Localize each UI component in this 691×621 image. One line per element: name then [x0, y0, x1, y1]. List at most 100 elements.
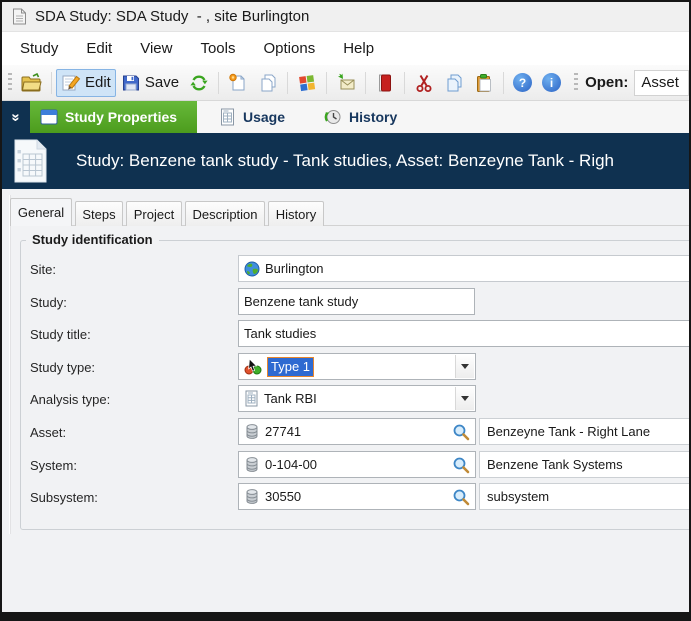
paste-clipboard-icon: [474, 73, 494, 93]
toolbar-separator: [218, 72, 219, 94]
subsystem-search-button[interactable]: [452, 488, 470, 506]
info-button[interactable]: i: [537, 69, 566, 97]
study-header-title: Study: Benzene tank study - Tank studies…: [76, 151, 614, 171]
page-tab-project[interactable]: Project: [126, 201, 182, 226]
open-folder-icon: [20, 73, 42, 93]
asset-lookup-field[interactable]: 27741: [238, 418, 476, 445]
new-document-button[interactable]: [223, 69, 253, 97]
database-icon: [244, 488, 260, 505]
subsystem-description-field: subsystem: [479, 483, 691, 510]
system-description-field: Benzene Tank Systems: [479, 451, 691, 478]
system-description: Benzene Tank Systems: [487, 457, 623, 472]
page-tab-general[interactable]: General: [10, 198, 72, 226]
toolbar-separator: [365, 72, 366, 94]
menu-tools[interactable]: Tools: [186, 35, 249, 62]
search-icon: [452, 423, 470, 441]
study-type-dropdown-button[interactable]: [455, 355, 474, 378]
asset-search-button[interactable]: [452, 423, 470, 441]
edit-button[interactable]: Edit: [56, 69, 116, 97]
study-title-input[interactable]: [238, 320, 691, 347]
database-icon: [244, 423, 260, 440]
app-document-icon: [12, 8, 27, 25]
send-mail-icon: [336, 73, 356, 93]
study-input[interactable]: [238, 288, 475, 315]
page-tab-label: Project: [134, 207, 174, 222]
open-combobox[interactable]: [634, 70, 689, 96]
help-button[interactable]: ?: [508, 69, 537, 97]
database-icon: [244, 456, 260, 473]
paste-button[interactable]: [469, 69, 499, 97]
menu-bar: Study Edit View Tools Options Help: [2, 32, 689, 65]
open-study-button[interactable]: [15, 69, 47, 97]
info-icon: i: [542, 73, 561, 92]
tab-study-properties[interactable]: Study Properties: [30, 101, 197, 133]
menu-help[interactable]: Help: [329, 35, 388, 62]
page-tab-history[interactable]: History: [268, 201, 324, 226]
site-value: Burlington: [265, 261, 324, 276]
system-label: System:: [30, 453, 77, 479]
study-label: Study:: [30, 290, 67, 316]
edit-button-label: Edit: [85, 74, 111, 91]
toolbar: Edit Save: [2, 65, 689, 101]
window-icon: [40, 109, 58, 125]
collapse-panel-button[interactable]: »: [2, 101, 30, 133]
study-type-icon: [244, 358, 262, 375]
cut-button[interactable]: [409, 69, 439, 97]
tab-page-general: General Steps Project Description Histor…: [2, 189, 689, 613]
subsystem-value: 30550: [265, 489, 301, 504]
page-tab-label: Description: [192, 207, 257, 222]
refresh-icon: [189, 73, 209, 93]
search-icon: [452, 456, 470, 474]
system-search-button[interactable]: [452, 456, 470, 474]
toolbar-separator: [51, 72, 52, 94]
send-button[interactable]: [331, 69, 361, 97]
duplicate-button[interactable]: [253, 69, 283, 97]
edit-pencil-icon: [61, 73, 81, 93]
tab-history[interactable]: History: [309, 101, 411, 133]
analysis-document-icon: [244, 390, 259, 407]
tab-usage[interactable]: Usage: [205, 101, 299, 133]
study-type-label: Study type:: [30, 355, 95, 381]
toolbar-grip[interactable]: [8, 73, 12, 93]
group-title: Study identification: [26, 232, 159, 247]
study-document-icon: [12, 138, 48, 184]
analysis-type-dropdown-button[interactable]: [455, 387, 474, 410]
refresh-button[interactable]: [184, 69, 214, 97]
tab-label: Usage: [243, 109, 285, 125]
asset-value: 27741: [265, 424, 301, 439]
panel-splitter[interactable]: [9, 195, 11, 534]
page-tab-label: History: [276, 207, 316, 222]
study-input-text[interactable]: [244, 291, 469, 313]
page-tab-label: General: [18, 205, 64, 220]
study-type-combobox[interactable]: Type 1: [238, 353, 476, 380]
nav-tab-bar: » Study Properties Usage: [2, 101, 689, 133]
page-tab-steps[interactable]: Steps: [75, 201, 123, 226]
analysis-type-value: Tank RBI: [264, 391, 317, 406]
site-label: Site:: [30, 257, 56, 283]
subsystem-lookup-field[interactable]: 30550: [238, 483, 476, 510]
menu-edit[interactable]: Edit: [72, 35, 126, 62]
toolbar-separator: [503, 72, 504, 94]
asset-description: Benzeyne Tank - Right Lane: [487, 424, 650, 439]
toolbar-separator: [287, 72, 288, 94]
new-document-icon: [228, 73, 248, 93]
menu-study[interactable]: Study: [6, 35, 72, 62]
study-title-input-text[interactable]: [244, 323, 691, 345]
menu-view[interactable]: View: [126, 35, 186, 62]
system-lookup-field[interactable]: 0-104-00: [238, 451, 476, 478]
analysis-type-combobox[interactable]: Tank RBI: [238, 385, 476, 412]
page-tab-label: Steps: [82, 207, 115, 222]
dropdown-arrow-icon: [461, 396, 469, 401]
report-button[interactable]: [370, 69, 400, 97]
copy-button[interactable]: [439, 69, 469, 97]
save-button[interactable]: Save: [116, 69, 184, 97]
windows-button[interactable]: [292, 69, 322, 97]
menu-options[interactable]: Options: [250, 35, 330, 62]
save-button-label: Save: [145, 74, 179, 91]
toolbar-grip[interactable]: [574, 73, 578, 93]
page-tab-description[interactable]: Description: [185, 201, 265, 226]
site-field[interactable]: Burlington: [238, 255, 691, 282]
tab-label: Study Properties: [65, 109, 177, 125]
history-clock-icon: [323, 108, 342, 126]
globe-icon: [244, 261, 260, 277]
